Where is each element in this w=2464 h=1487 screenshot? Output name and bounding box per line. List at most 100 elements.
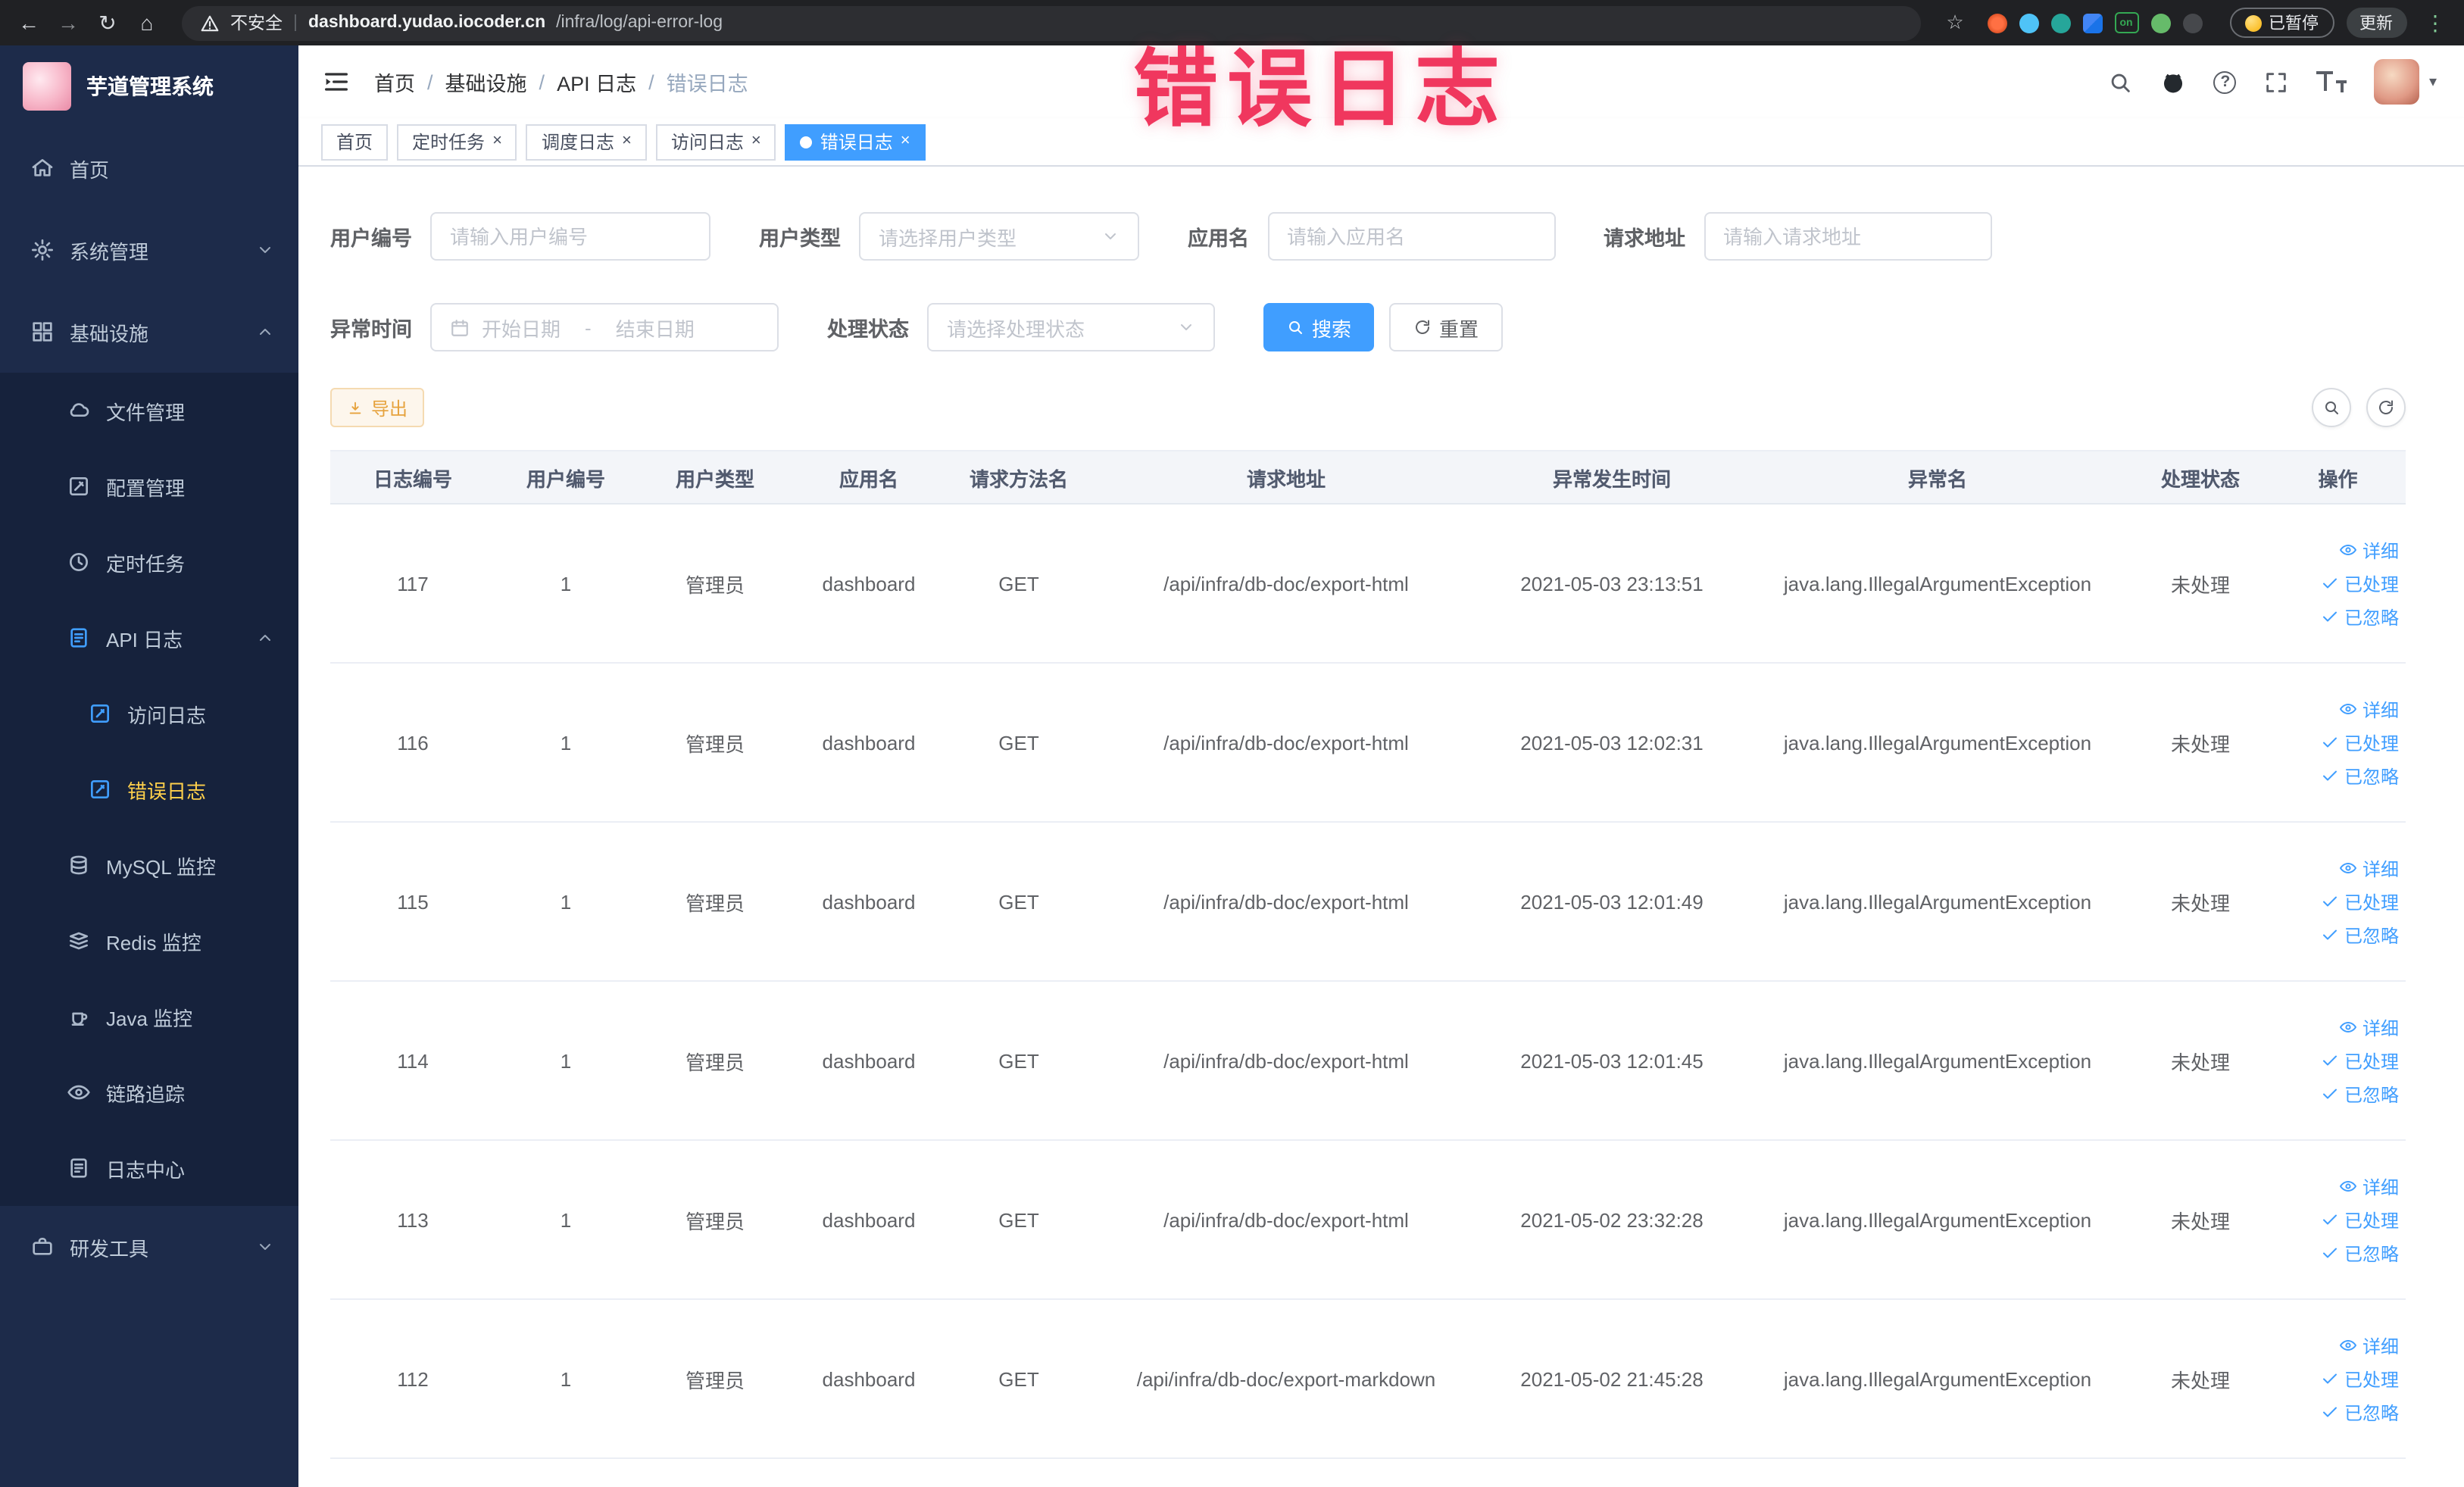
processed-link[interactable]: 已处理 — [2322, 889, 2399, 914]
close-icon[interactable]: × — [622, 133, 632, 150]
extension-icon[interactable] — [2050, 13, 2070, 33]
close-icon[interactable]: × — [492, 133, 502, 150]
sidebar-item-log-center[interactable]: 日志中心 — [0, 1130, 298, 1206]
sidebar-item-infrastructure[interactable]: 基础设施 — [0, 291, 298, 373]
sidebar-item-tracing[interactable]: 链路追踪 — [0, 1054, 298, 1130]
close-icon[interactable]: × — [901, 133, 910, 150]
tab-access-log[interactable]: 访问日志 × — [655, 123, 776, 160]
detail-link[interactable]: 详细 — [2340, 1332, 2399, 1358]
processed-link[interactable]: 已处理 — [2322, 729, 2399, 755]
cell-user-id: 1 — [560, 731, 572, 754]
process-status-select[interactable]: 请选择处理状态 — [927, 303, 1215, 351]
close-icon[interactable]: × — [751, 133, 761, 150]
sidebar-item-config-mgmt[interactable]: 配置管理 — [0, 448, 298, 524]
sidebar-item-system-mgmt[interactable]: 系统管理 — [0, 209, 298, 291]
breadcrumb-item[interactable]: 基础设施 — [445, 67, 527, 97]
ignored-link[interactable]: 已忽略 — [2322, 1081, 2399, 1107]
sidebar-item-file-mgmt[interactable]: 文件管理 — [0, 373, 298, 448]
reload-button[interactable]: ↻ — [88, 3, 127, 42]
cell-method: GET — [998, 731, 1039, 754]
tab-label: 首页 — [336, 132, 373, 153]
tab-error-log[interactable]: 错误日志 × — [785, 123, 926, 160]
hamburger-icon[interactable] — [321, 67, 351, 97]
cell-exception-time: 2021-05-03 12:02:31 — [1520, 731, 1704, 754]
fullscreen-icon[interactable] — [2264, 69, 2290, 95]
table-row: 117 1 管理员 dashboard GET /api/infra/db-do… — [330, 505, 2405, 664]
app-name-input[interactable] — [1267, 212, 1555, 261]
detail-link[interactable]: 详细 — [2340, 537, 2399, 563]
user-menu[interactable]: ▾ — [2374, 59, 2437, 105]
help-icon[interactable]: ? — [2213, 70, 2237, 93]
github-icon[interactable] — [2161, 69, 2187, 95]
processed-link[interactable]: 已处理 — [2322, 1366, 2399, 1392]
check-icon — [2322, 767, 2340, 785]
request-url-input[interactable] — [1704, 212, 1991, 261]
user-id-label: 用户编号 — [330, 227, 412, 250]
ignored-link[interactable]: 已忽略 — [2322, 604, 2399, 629]
font-size-icon[interactable] — [2316, 71, 2347, 92]
sidebar-item-access-log[interactable]: 访问日志 — [0, 676, 298, 751]
extension-icon[interactable] — [2182, 13, 2202, 33]
cell-status: 未处理 — [2170, 733, 2230, 755]
ignored-link[interactable]: 已忽略 — [2322, 1399, 2399, 1425]
update-button[interactable]: 更新 — [2346, 8, 2406, 38]
ignored-link[interactable]: 已忽略 — [2322, 922, 2399, 948]
tab-home[interactable]: 首页 — [321, 123, 389, 160]
cell-status: 未处理 — [2170, 573, 2230, 596]
refresh-button[interactable] — [2366, 388, 2405, 427]
toggle-search-button[interactable] — [2311, 388, 2350, 427]
check-icon — [2322, 1051, 2340, 1070]
exception-time-range[interactable]: 开始日期 - 结束日期 — [430, 303, 779, 351]
cell-log-id: 113 — [397, 1208, 429, 1231]
sidebar-item-mysql-monitor[interactable]: MySQL 监控 — [0, 827, 298, 903]
tab-scheduled-jobs[interactable]: 定时任务 × — [397, 123, 517, 160]
detail-link[interactable]: 详细 — [2340, 1014, 2399, 1040]
cell-user-id: 1 — [560, 1049, 572, 1072]
tab-dispatch-log[interactable]: 调度日志 × — [526, 123, 647, 160]
search-icon[interactable] — [2108, 69, 2134, 95]
user-id-input[interactable] — [430, 212, 710, 261]
home-button[interactable]: ⌂ — [127, 3, 167, 42]
detail-link[interactable]: 详细 — [2340, 855, 2399, 881]
ignored-link[interactable]: 已忽略 — [2322, 1240, 2399, 1266]
processed-link[interactable]: 已处理 — [2322, 1207, 2399, 1232]
sidebar-item-error-log[interactable]: 错误日志 — [0, 751, 298, 827]
security-label: 不安全 — [230, 15, 283, 33]
cell-log-id: 114 — [397, 1049, 429, 1072]
search-button[interactable]: 搜索 — [1263, 303, 1375, 351]
paused-button[interactable]: 已暂停 — [2229, 8, 2334, 38]
sidebar-item-home[interactable]: 首页 — [0, 127, 298, 209]
processed-link[interactable]: 已处理 — [2322, 1048, 2399, 1073]
user-type-select[interactable]: 请选择用户类型 — [859, 212, 1139, 261]
extension-icon[interactable] — [2150, 13, 2170, 33]
extension-icon[interactable] — [2082, 13, 2102, 33]
table-toolbar: 导出 — [330, 388, 2405, 427]
sidebar-item-java-monitor[interactable]: Java 监控 — [0, 979, 298, 1054]
ignored-link[interactable]: 已忽略 — [2322, 763, 2399, 789]
extension-icon[interactable] — [1987, 13, 2006, 33]
sidebar-item-dev-tools[interactable]: 研发工具 — [0, 1206, 298, 1288]
extension-on-badge[interactable]: on — [2114, 12, 2138, 33]
bookmark-star-icon[interactable]: ☆ — [1935, 3, 1975, 42]
detail-link[interactable]: 详细 — [2340, 1173, 2399, 1199]
breadcrumb-item[interactable]: API 日志 — [557, 67, 636, 97]
app-logo[interactable]: 芋道管理系统 — [0, 45, 298, 127]
eye-icon — [2340, 700, 2358, 718]
browser-menu-button[interactable]: ⋮ — [2416, 3, 2455, 42]
forward-button[interactable]: → — [48, 3, 88, 42]
export-button[interactable]: 导出 — [330, 388, 425, 427]
sidebar-item-redis-monitor[interactable]: Redis 监控 — [0, 903, 298, 979]
cell-method: GET — [998, 1367, 1039, 1390]
detail-link[interactable]: 详细 — [2340, 696, 2399, 722]
sidebar-item-scheduled-jobs[interactable]: 定时任务 — [0, 524, 298, 600]
cell-status: 未处理 — [2170, 1210, 2230, 1232]
breadcrumb-item[interactable]: 首页 — [374, 67, 415, 97]
back-button[interactable]: ← — [9, 3, 48, 42]
extension-icon[interactable] — [2019, 13, 2038, 33]
reset-button[interactable]: 重置 — [1389, 303, 1504, 351]
infrastructure-submenu: 文件管理 配置管理 定时任务 API 日志 访问日志 错误日志 MySQL 监控… — [0, 373, 298, 1206]
sidebar-item-label: Redis 监控 — [106, 931, 201, 954]
processed-link[interactable]: 已处理 — [2322, 570, 2399, 596]
url-bar[interactable]: 不安全 | dashboard.yudao.iocoder.cn/infra/l… — [182, 5, 1920, 40]
sidebar-item-api-log[interactable]: API 日志 — [0, 600, 298, 676]
